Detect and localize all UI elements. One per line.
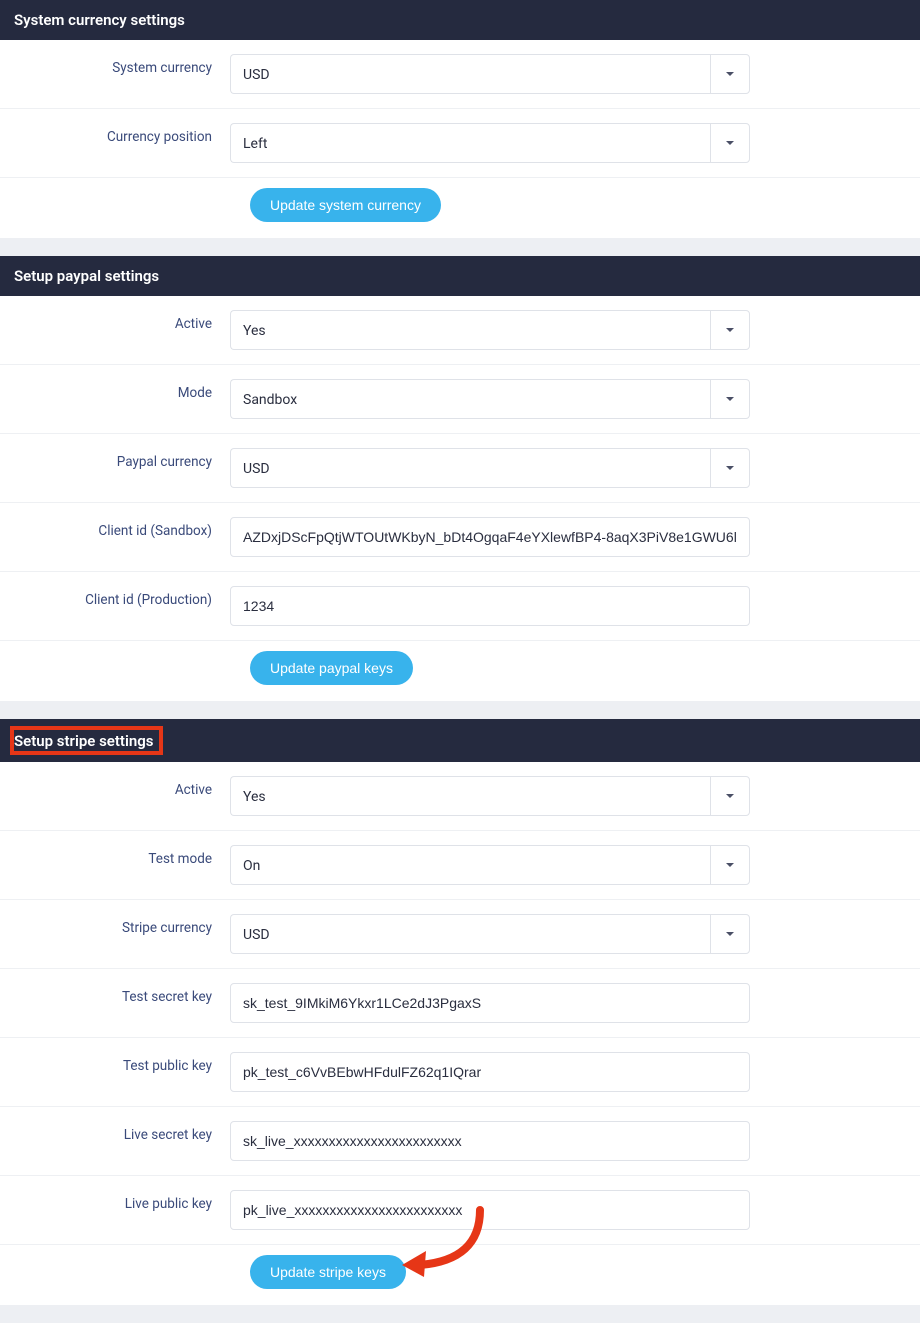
chevron-down-icon (710, 54, 750, 94)
chevron-down-icon (710, 776, 750, 816)
row-stripe-test-public: Test public key (0, 1038, 920, 1107)
stripe-panel: Setup stripe settings Active Yes Test mo… (0, 719, 920, 1305)
row-currency-position: Currency position Left (0, 109, 920, 178)
input-stripe-live-secret[interactable] (230, 1121, 750, 1161)
label-paypal-currency: Paypal currency (0, 448, 230, 470)
label-stripe-live-public: Live public key (0, 1190, 230, 1212)
row-update-stripe: Update stripe keys (0, 1245, 920, 1305)
row-paypal-mode: Mode Sandbox (0, 365, 920, 434)
paypal-header: Setup paypal settings (0, 256, 920, 296)
select-system-currency[interactable]: USD (230, 54, 750, 94)
select-paypal-currency-value: USD (230, 448, 710, 488)
label-stripe-currency: Stripe currency (0, 914, 230, 936)
system-currency-panel: System currency settings System currency… (0, 0, 920, 238)
select-stripe-testmode[interactable]: On (230, 845, 750, 885)
chevron-down-icon (710, 123, 750, 163)
highlight-annotation: Setup stripe settings (10, 726, 163, 755)
select-paypal-active-value: Yes (230, 310, 710, 350)
label-paypal-client-sandbox: Client id (Sandbox) (0, 517, 230, 539)
select-currency-position-value: Left (230, 123, 710, 163)
input-stripe-live-public[interactable] (230, 1190, 750, 1230)
system-currency-header: System currency settings (0, 0, 920, 40)
row-system-currency: System currency USD (0, 40, 920, 109)
row-stripe-test-secret: Test secret key (0, 969, 920, 1038)
select-paypal-mode-value: Sandbox (230, 379, 710, 419)
update-paypal-keys-button[interactable]: Update paypal keys (250, 651, 413, 685)
chevron-down-icon (710, 845, 750, 885)
chevron-down-icon (710, 448, 750, 488)
label-stripe-test-public: Test public key (0, 1052, 230, 1074)
label-system-currency: System currency (0, 54, 230, 76)
chevron-down-icon (710, 379, 750, 419)
update-stripe-keys-button[interactable]: Update stripe keys (250, 1255, 406, 1289)
select-currency-position[interactable]: Left (230, 123, 750, 163)
row-paypal-currency: Paypal currency USD (0, 434, 920, 503)
row-stripe-live-secret: Live secret key (0, 1107, 920, 1176)
stripe-header: Setup stripe settings (0, 719, 920, 762)
row-paypal-active: Active Yes (0, 296, 920, 365)
stripe-header-text: Setup stripe settings (14, 732, 153, 750)
select-system-currency-value: USD (230, 54, 710, 94)
label-paypal-mode: Mode (0, 379, 230, 401)
input-stripe-test-public[interactable] (230, 1052, 750, 1092)
label-paypal-active: Active (0, 310, 230, 332)
row-paypal-client-prod: Client id (Production) (0, 572, 920, 641)
row-update-paypal: Update paypal keys (0, 641, 920, 701)
label-currency-position: Currency position (0, 123, 230, 145)
select-paypal-mode[interactable]: Sandbox (230, 379, 750, 419)
chevron-down-icon (710, 914, 750, 954)
label-paypal-client-prod: Client id (Production) (0, 586, 230, 608)
row-update-currency: Update system currency (0, 178, 920, 238)
row-paypal-client-sandbox: Client id (Sandbox) (0, 503, 920, 572)
label-stripe-active: Active (0, 776, 230, 798)
select-stripe-active-value: Yes (230, 776, 710, 816)
row-stripe-currency: Stripe currency USD (0, 900, 920, 969)
input-stripe-test-secret[interactable] (230, 983, 750, 1023)
paypal-panel: Setup paypal settings Active Yes Mode Sa… (0, 256, 920, 701)
row-stripe-active: Active Yes (0, 762, 920, 831)
label-stripe-live-secret: Live secret key (0, 1121, 230, 1143)
select-stripe-currency-value: USD (230, 914, 710, 954)
select-stripe-currency[interactable]: USD (230, 914, 750, 954)
row-stripe-testmode: Test mode On (0, 831, 920, 900)
input-paypal-client-prod[interactable] (230, 586, 750, 626)
label-stripe-test-secret: Test secret key (0, 983, 230, 1005)
select-paypal-active[interactable]: Yes (230, 310, 750, 350)
update-system-currency-button[interactable]: Update system currency (250, 188, 441, 222)
input-paypal-client-sandbox[interactable] (230, 517, 750, 557)
chevron-down-icon (710, 310, 750, 350)
label-stripe-testmode: Test mode (0, 845, 230, 867)
select-stripe-testmode-value: On (230, 845, 710, 885)
row-stripe-live-public: Live public key (0, 1176, 920, 1245)
select-stripe-active[interactable]: Yes (230, 776, 750, 816)
select-paypal-currency[interactable]: USD (230, 448, 750, 488)
